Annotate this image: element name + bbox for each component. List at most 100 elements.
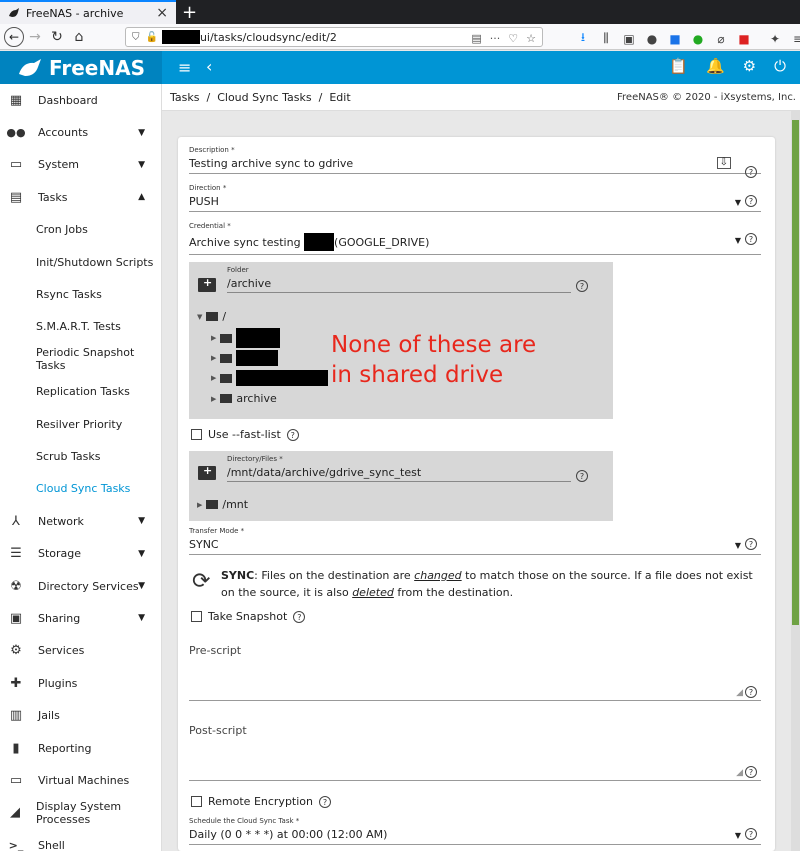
freenas-logo[interactable]: FreeNAS — [0, 51, 162, 84]
sidebar-item-resilver[interactable]: Resilver Priority — [0, 408, 161, 440]
take-snapshot-row[interactable]: Take Snapshot ? — [191, 610, 306, 623]
credential-select[interactable]: Archive sync testing (GOOGLE_DRIVE) — [189, 233, 761, 255]
sidebar-item-sharing[interactable]: ▣ Sharing ▼ — [0, 602, 161, 634]
help-icon[interactable]: ? — [576, 470, 588, 482]
collapse-chevron-icon[interactable]: ‹ — [206, 57, 212, 76]
page-actions-icon[interactable]: ··· — [490, 32, 501, 45]
forward-button[interactable]: → — [24, 29, 46, 45]
sidebar-item-shell[interactable]: >_ Shell — [0, 829, 161, 851]
transfer-mode-select[interactable]: SYNC — [189, 538, 761, 555]
add-folder-icon[interactable] — [198, 276, 216, 292]
page-scrollbar-thumb[interactable] — [792, 120, 799, 625]
extension-2-icon[interactable]: ● — [691, 32, 705, 46]
help-icon[interactable]: ? — [745, 166, 757, 178]
help-icon[interactable]: ? — [286, 428, 299, 441]
notifications-bell-icon[interactable]: 🔔 — [706, 57, 725, 75]
sidebar-item-replication[interactable]: Replication Tasks — [0, 376, 161, 408]
breadcrumb-cloud-sync[interactable]: Cloud Sync Tasks — [217, 91, 311, 104]
bookmark-star-icon[interactable]: ☆ — [526, 32, 536, 45]
help-icon[interactable]: ? — [745, 828, 757, 840]
schedule-field[interactable]: Schedule the Cloud Sync Task * Daily (0 … — [189, 817, 761, 845]
sidebar-item-scrub[interactable]: Scrub Tasks — [0, 440, 161, 472]
sidebar-item-rsync[interactable]: Rsync Tasks — [0, 278, 161, 310]
help-icon[interactable]: ? — [319, 795, 331, 808]
sidebar-item-reporting[interactable]: ▮ Reporting — [0, 732, 161, 764]
sidebar-item-tasks[interactable]: ▤ Tasks ▲ — [0, 181, 161, 213]
tree-node-mnt[interactable]: ▶ /mnt — [197, 498, 248, 511]
folder-input[interactable]: /archive — [227, 277, 571, 293]
sidebar-toggle-icon[interactable]: ▣ — [622, 32, 636, 46]
reload-button[interactable]: ↻ — [46, 29, 68, 45]
tree-node-archive[interactable]: ▶ archive — [211, 392, 277, 405]
sidebar-item-plugins[interactable]: ✚ Plugins — [0, 667, 161, 699]
post-script-field[interactable]: Post-script ◢ ? — [189, 724, 761, 784]
description-field[interactable]: Description * Testing archive sync to gd… — [189, 146, 761, 178]
resize-handle-icon[interactable]: ◢ — [736, 768, 743, 778]
sidebar-item-system[interactable]: ▭ System ▼ — [0, 149, 161, 181]
help-icon[interactable]: ? — [293, 610, 306, 623]
take-snapshot-checkbox[interactable] — [191, 611, 202, 622]
extension-1-icon[interactable]: ■ — [668, 32, 682, 46]
home-button[interactable]: ⌂ — [68, 29, 90, 45]
sidebar-item-processes[interactable]: ◢ Display System Processes — [0, 797, 161, 829]
tree-node-redacted-3[interactable]: ▶ — [211, 370, 329, 386]
pocket-icon[interactable]: ♡ — [508, 32, 518, 45]
remote-encryption-checkbox[interactable] — [191, 796, 202, 807]
extensions-icon[interactable]: ✦ — [768, 32, 782, 46]
dropdown-arrow-icon[interactable]: ▼ — [735, 831, 741, 840]
sidebar-item-dashboard[interactable]: ▦ Dashboard — [0, 84, 161, 116]
form-fill-icon[interactable]: ⇩ — [716, 157, 731, 169]
description-input[interactable]: Testing archive sync to gdrive ⇩ — [189, 157, 761, 174]
library-icon[interactable]: ⫼ — [599, 31, 613, 46]
clipboard-icon[interactable]: 📋 — [669, 57, 688, 75]
dropdown-arrow-icon[interactable]: ▼ — [735, 541, 741, 550]
sidebar-item-cloud-sync[interactable]: Cloud Sync Tasks — [0, 473, 161, 505]
help-icon[interactable]: ? — [745, 686, 757, 698]
reader-view-icon[interactable]: ▤ — [471, 32, 481, 45]
directory-input[interactable]: /mnt/data/archive/gdrive_sync_test — [227, 466, 571, 482]
direction-select[interactable]: PUSH — [189, 195, 761, 212]
sidebar-item-init-shutdown[interactable]: Init/Shutdown Scripts — [0, 246, 161, 278]
credential-field[interactable]: Credential * Archive sync testing (GOOGL… — [189, 222, 761, 255]
help-icon[interactable]: ? — [745, 233, 757, 245]
tree-node-root[interactable]: ▼ / — [197, 310, 226, 323]
add-folder-icon[interactable] — [198, 464, 216, 480]
resize-handle-icon[interactable]: ◢ — [736, 688, 743, 698]
help-icon[interactable]: ? — [745, 766, 757, 778]
direction-field[interactable]: Direction * PUSH ▼ ? — [189, 184, 761, 212]
schedule-select[interactable]: Daily (0 0 * * *) at 00:00 (12:00 AM) — [189, 828, 761, 845]
extension-4-icon[interactable]: ■ — [737, 32, 751, 46]
menu-icon[interactable]: ≡ — [791, 32, 800, 46]
url-bar[interactable]: ⛉ 🔓 ui/tasks/cloudsync/edit/2 ▤ ··· ♡ ☆ — [125, 27, 543, 47]
hamburger-menu-icon[interactable]: ≡ — [178, 58, 191, 77]
power-icon[interactable]: ⏻ — [774, 57, 786, 75]
settings-gear-icon[interactable]: ⚙ — [743, 57, 756, 75]
tab-close-icon[interactable]: × — [156, 5, 168, 21]
transfer-mode-field[interactable]: Transfer Mode * SYNC ▼ ? — [189, 527, 761, 555]
fast-list-checkbox-row[interactable]: Use --fast-list ? — [191, 428, 299, 441]
help-icon[interactable]: ? — [745, 538, 757, 550]
back-button[interactable]: ← — [4, 26, 24, 47]
account-icon[interactable]: ● — [645, 32, 659, 46]
help-icon[interactable]: ? — [576, 280, 588, 292]
sidebar-item-jails[interactable]: ▥ Jails — [0, 699, 161, 731]
dropdown-arrow-icon[interactable]: ▼ — [735, 198, 741, 207]
sidebar-item-virtual-machines[interactable]: ▭ Virtual Machines — [0, 764, 161, 796]
help-icon[interactable]: ? — [745, 195, 757, 207]
download-icon[interactable]: ⭳ — [576, 28, 590, 49]
tree-node-redacted-2[interactable]: ▶ — [211, 350, 279, 366]
sidebar-item-services[interactable]: ⚙ Services — [0, 635, 161, 667]
new-tab-button[interactable]: + — [182, 2, 197, 23]
sidebar-item-directory-services[interactable]: ☢ Directory Services ▼ — [0, 570, 161, 602]
tree-node-redacted-1[interactable]: ▶ — [211, 328, 281, 348]
sidebar-item-network[interactable]: ⅄ Network ▼ — [0, 505, 161, 537]
sidebar-item-periodic-snapshot[interactable]: Periodic Snapshot Tasks — [0, 343, 161, 375]
fast-list-checkbox[interactable] — [191, 429, 202, 440]
sidebar-item-smart[interactable]: S.M.A.R.T. Tests — [0, 311, 161, 343]
extension-3-icon[interactable]: ⌀ — [714, 32, 728, 46]
breadcrumb-tasks[interactable]: Tasks — [170, 91, 199, 104]
remote-encryption-row[interactable]: Remote Encryption ? — [191, 795, 331, 808]
browser-tab[interactable]: FreeNAS - archive × — [0, 0, 176, 24]
sidebar-item-accounts[interactable]: ●● Accounts ▼ — [0, 116, 161, 148]
dropdown-arrow-icon[interactable]: ▼ — [735, 236, 741, 245]
